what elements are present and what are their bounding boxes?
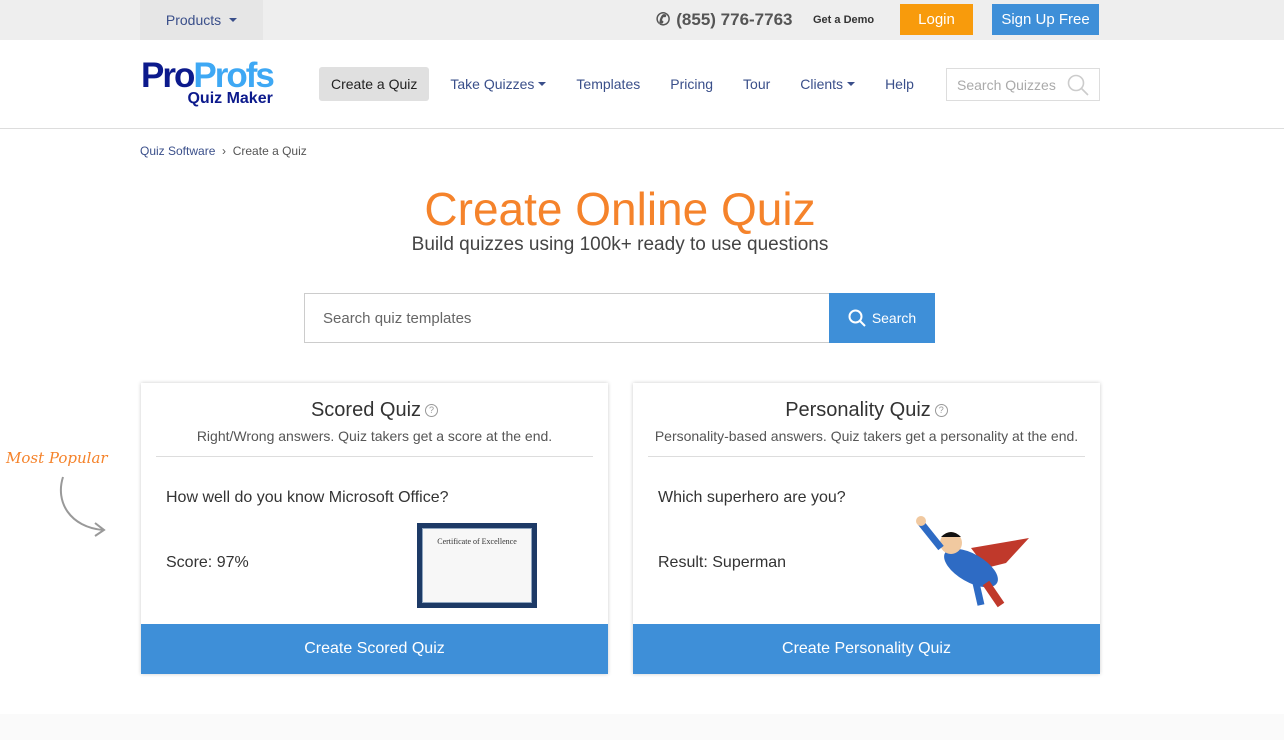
phone-icon: ✆ bbox=[656, 10, 671, 29]
products-label: Products bbox=[165, 12, 222, 28]
nav-help[interactable]: Help bbox=[870, 67, 929, 101]
help-icon[interactable]: ? bbox=[934, 404, 948, 418]
card-title: Personality Quiz bbox=[785, 399, 931, 421]
sample-result: Score: 97% bbox=[166, 554, 249, 571]
personality-quiz-card: Personality Quiz? Personality-based answ… bbox=[633, 383, 1100, 674]
help-icon[interactable]: ? bbox=[425, 404, 439, 418]
curved-arrow-icon bbox=[59, 476, 106, 537]
most-popular-label: Most Popular bbox=[6, 449, 108, 467]
search-placeholder: Search Quizzes bbox=[957, 76, 1056, 93]
search-icon[interactable] bbox=[1067, 74, 1089, 96]
sample-question: How well do you know Microsoft Office? bbox=[166, 489, 449, 506]
breadcrumb-current: Create a Quiz bbox=[232, 144, 307, 158]
main-nav: ProProfs Quiz Maker Create a Quiz Take Q… bbox=[0, 40, 1284, 129]
search-icon bbox=[848, 309, 866, 327]
scored-quiz-card: Scored Quiz? Right/Wrong answers. Quiz t… bbox=[141, 383, 608, 674]
card-description: Personality-based answers. Quiz takers g… bbox=[648, 428, 1085, 457]
caret-down-icon bbox=[538, 82, 547, 86]
products-menu[interactable]: Products bbox=[140, 0, 263, 40]
signup-button[interactable]: Sign Up Free bbox=[992, 4, 1099, 35]
page-subtitle: Build quizzes using 100k+ ready to use q… bbox=[411, 234, 829, 255]
phone-number: (855) 776-7763 bbox=[676, 10, 793, 29]
footer-band bbox=[0, 714, 1284, 740]
card-description: Right/Wrong answers. Quiz takers get a s… bbox=[156, 428, 593, 457]
logo-pro: Pro bbox=[141, 56, 195, 95]
nav-clients[interactable]: Clients bbox=[785, 67, 870, 101]
sample-question: Which superhero are you? bbox=[658, 489, 846, 506]
search-button-label: Search bbox=[871, 310, 917, 326]
caret-down-icon bbox=[847, 82, 856, 86]
search-button[interactable]: Search bbox=[829, 293, 935, 343]
nav-take-quizzes-label: Take Quizzes bbox=[450, 76, 535, 92]
nav-clients-label: Clients bbox=[800, 76, 844, 92]
sample-result: Result: Superman bbox=[658, 554, 787, 571]
nav-pricing[interactable]: Pricing bbox=[655, 67, 728, 101]
superhero-image bbox=[916, 516, 1029, 608]
certificate-image: Certificate of Excellence bbox=[417, 523, 537, 608]
create-scored-quiz-button[interactable]: Create Scored Quiz bbox=[141, 624, 608, 674]
breadcrumb-quiz-software[interactable]: Quiz Software bbox=[140, 144, 215, 158]
card-title: Scored Quiz bbox=[310, 399, 422, 421]
nav-templates[interactable]: Templates bbox=[561, 67, 655, 101]
page-title: Create Online Quiz bbox=[424, 183, 816, 235]
breadcrumb: Quiz Software › Create a Quiz bbox=[140, 144, 307, 158]
template-search-input[interactable]: Search quiz templates bbox=[304, 293, 830, 343]
nav-take-quizzes[interactable]: Take Quizzes bbox=[435, 67, 561, 101]
login-button[interactable]: Login bbox=[900, 4, 973, 35]
create-personality-quiz-button[interactable]: Create Personality Quiz bbox=[633, 624, 1100, 674]
caret-down-icon bbox=[229, 18, 238, 22]
phone[interactable]: ✆ (855) 776-7763 bbox=[656, 10, 793, 30]
nav-tour[interactable]: Tour bbox=[728, 67, 785, 101]
logo[interactable]: ProProfs Quiz Maker bbox=[141, 58, 275, 108]
get-demo-link[interactable]: Get a Demo bbox=[813, 14, 874, 26]
top-bar: Products ✆ (855) 776-7763 Get a Demo Logi… bbox=[0, 0, 1284, 40]
nav-create-quiz[interactable]: Create a Quiz bbox=[319, 67, 430, 101]
breadcrumb-separator: › bbox=[222, 144, 227, 158]
certificate-title: Certificate of Excellence bbox=[437, 537, 517, 546]
search-quizzes-input[interactable]: Search Quizzes bbox=[946, 68, 1100, 101]
